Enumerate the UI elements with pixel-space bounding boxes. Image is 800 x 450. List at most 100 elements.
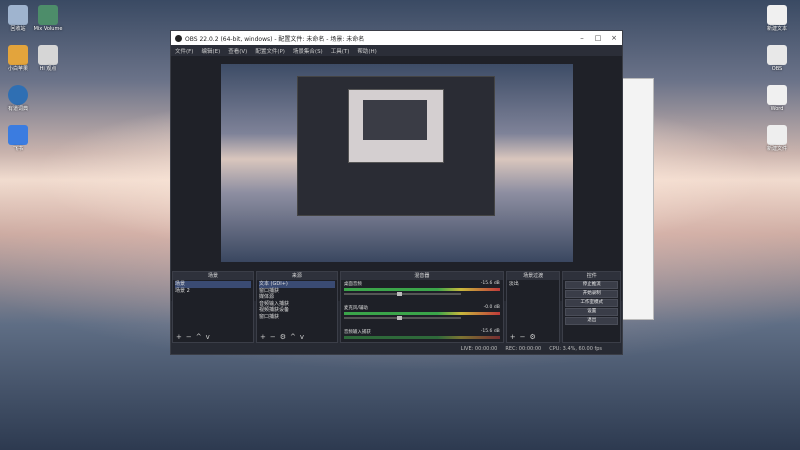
transitions-header: 场景过渡 (506, 272, 560, 280)
move-down-icon[interactable]: v (206, 333, 210, 341)
scenes-dock: 场景 场景 场景 2 + − ^ v (172, 271, 254, 343)
nested-preview (348, 89, 444, 163)
move-down-icon[interactable]: v (300, 333, 304, 341)
minimize-icon[interactable]: – (574, 34, 590, 42)
text-file-icon[interactable]: 新建文本 (762, 5, 792, 32)
sources-dock: 来源 文本 (GDI+) 窗口捕获 媒体源 音频输入捕获 视频捕获设备 窗口捕获… (255, 271, 338, 343)
transition-select[interactable]: 淡出 (507, 280, 560, 289)
desktop-icon-label: Word (770, 106, 784, 112)
app-shortcut-icon[interactable]: 小白苹果 (3, 45, 33, 72)
controls-header: 控件 (563, 272, 620, 280)
nested-preview-inner (363, 100, 427, 140)
live-timer: LIVE: 00:00:00 (460, 345, 498, 352)
volume-meter (343, 312, 500, 315)
transitions-dock: 场景过渡 淡出 + − ⚙ (505, 271, 561, 343)
obs-icon[interactable]: OBS (762, 45, 792, 72)
volume-meter (343, 336, 500, 339)
maximize-icon[interactable]: □ (590, 34, 606, 42)
preview-canvas (221, 64, 573, 262)
dictionary-icon[interactable]: 有道词典 (3, 85, 33, 112)
add-icon[interactable]: + (176, 333, 182, 341)
menu-tools[interactable]: 工具(T) (331, 47, 350, 55)
mixer-channel: 麦克风/辅助 -0.0 dB (341, 304, 503, 328)
desktop-icon-label: Hi 观点 (39, 66, 57, 72)
start-recording-button[interactable]: 开始录制 (565, 290, 618, 298)
obs-logo-icon (175, 34, 182, 42)
app-shortcut-glyph (38, 45, 58, 65)
transitions-toolbar: + − ⚙ (510, 333, 536, 341)
add-icon[interactable]: + (260, 333, 266, 341)
sources-header: 来源 (256, 272, 337, 280)
menu-profile[interactable]: 配置文件(P) (255, 47, 285, 55)
exit-button[interactable]: 退出 (565, 317, 618, 325)
source-item[interactable]: 窗口捕获 (259, 314, 335, 321)
scene-item[interactable]: 场景 2 (175, 288, 251, 295)
recycle-bin-icon[interactable]: 回收站 (3, 5, 33, 32)
channel-db: -0.0 dB (483, 305, 500, 310)
sources-toolbar: + − ⚙ ^ v (260, 333, 304, 341)
mix-volume-icon[interactable]: Mix Volume (33, 5, 63, 32)
gear-icon[interactable]: ⚙ (530, 333, 536, 341)
settings-button[interactable]: 设置 (565, 308, 618, 316)
stop-streaming-button[interactable]: 停止推流 (565, 281, 618, 289)
channel-db: -15.6 dB (480, 281, 500, 286)
word-glyph (767, 85, 787, 105)
file-icon[interactable]: 新建文件 (762, 125, 792, 152)
remove-icon[interactable]: − (186, 333, 192, 341)
gear-icon[interactable]: ⚙ (280, 333, 286, 341)
preview-area[interactable] (171, 56, 622, 301)
feishu-icon[interactable]: 飞书 (3, 125, 33, 152)
window-title: OBS 22.0.2 (64-bit, windows) - 配置文件: 未命名… (185, 35, 365, 43)
transition-value: 淡出 (508, 281, 519, 287)
menu-view[interactable]: 查看(V) (228, 47, 247, 55)
close-icon[interactable]: × (606, 34, 622, 42)
move-up-icon[interactable]: ^ (196, 333, 202, 341)
file-glyph (767, 125, 787, 145)
window-controls: – □ × (574, 34, 622, 42)
scenes-list: 场景 场景 2 (173, 280, 253, 295)
menu-scene-collection[interactable]: 场景集合(S) (293, 47, 323, 55)
app-shortcut-icon[interactable]: Hi 观点 (33, 45, 63, 72)
mixer-channel: 桌面音频 -15.6 dB (341, 280, 503, 304)
scenes-toolbar: + − ^ v (176, 333, 210, 341)
menu-file[interactable]: 文件(F) (175, 47, 193, 55)
remove-icon[interactable]: − (270, 333, 276, 341)
word-icon[interactable]: Word (762, 85, 792, 112)
nested-obs-window (297, 76, 495, 216)
obs-window[interactable]: OBS 22.0.2 (64-bit, windows) - 配置文件: 未命名… (170, 30, 623, 355)
volume-fader[interactable] (343, 316, 461, 320)
channel-name: 麦克风/辅助 (343, 306, 368, 311)
desktop-icon-label: 有道词典 (7, 106, 28, 112)
obs-glyph (767, 45, 787, 65)
desktop-icon-label: 飞书 (12, 146, 23, 152)
dock-area: 场景 场景 场景 2 + − ^ v 来源 文本 (GDI+) 窗口捕获 媒体源… (171, 271, 622, 343)
volume-fader[interactable] (343, 292, 461, 296)
menu-help[interactable]: 帮助(H) (357, 47, 376, 55)
desktop-icon-label: 回收站 (10, 26, 26, 32)
channel-db: -15.6 dB (480, 329, 500, 334)
desktop-icon-label: OBS (771, 66, 783, 72)
text-file-glyph (767, 5, 787, 25)
title-bar[interactable]: OBS 22.0.2 (64-bit, windows) - 配置文件: 未命名… (171, 31, 622, 45)
desktop-icon-label: 新建文件 (766, 146, 787, 152)
volume-meter (343, 288, 500, 291)
channel-name: 桌面音频 (343, 282, 362, 287)
studio-mode-button[interactable]: 工作室模式 (565, 299, 618, 307)
menu-bar: 文件(F) 编辑(E) 查看(V) 配置文件(P) 场景集合(S) 工具(T) … (171, 45, 622, 56)
status-bar: LIVE: 00:00:00 REC: 00:00:00 CPU: 3.4%, … (171, 343, 622, 354)
controls-dock: 控件 停止推流 开始录制 工作室模式 设置 退出 (562, 271, 621, 343)
sources-list: 文本 (GDI+) 窗口捕获 媒体源 音频输入捕获 视频捕获设备 窗口捕获 (257, 280, 337, 321)
remove-icon[interactable]: − (520, 333, 526, 341)
cpu-fps: CPU: 3.4%, 60.00 fps (549, 345, 602, 352)
rec-timer: REC: 00:00:00 (505, 345, 542, 352)
scenes-header: 场景 (173, 272, 253, 280)
move-up-icon[interactable]: ^ (290, 333, 296, 341)
add-icon[interactable]: + (510, 333, 516, 341)
feishu-glyph (8, 125, 28, 145)
mix-volume-glyph (38, 5, 58, 25)
desktop-icon-label: 新建文本 (766, 26, 787, 32)
menu-edit[interactable]: 编辑(E) (201, 47, 220, 55)
mixer-dock: 混音器 桌面音频 -15.6 dB 麦克风/辅助 -0.0 dB 音频输入捕获 … (339, 271, 504, 343)
desktop-icon-label: Mix Volume (33, 26, 63, 32)
mixer-header: 混音器 (340, 272, 503, 280)
